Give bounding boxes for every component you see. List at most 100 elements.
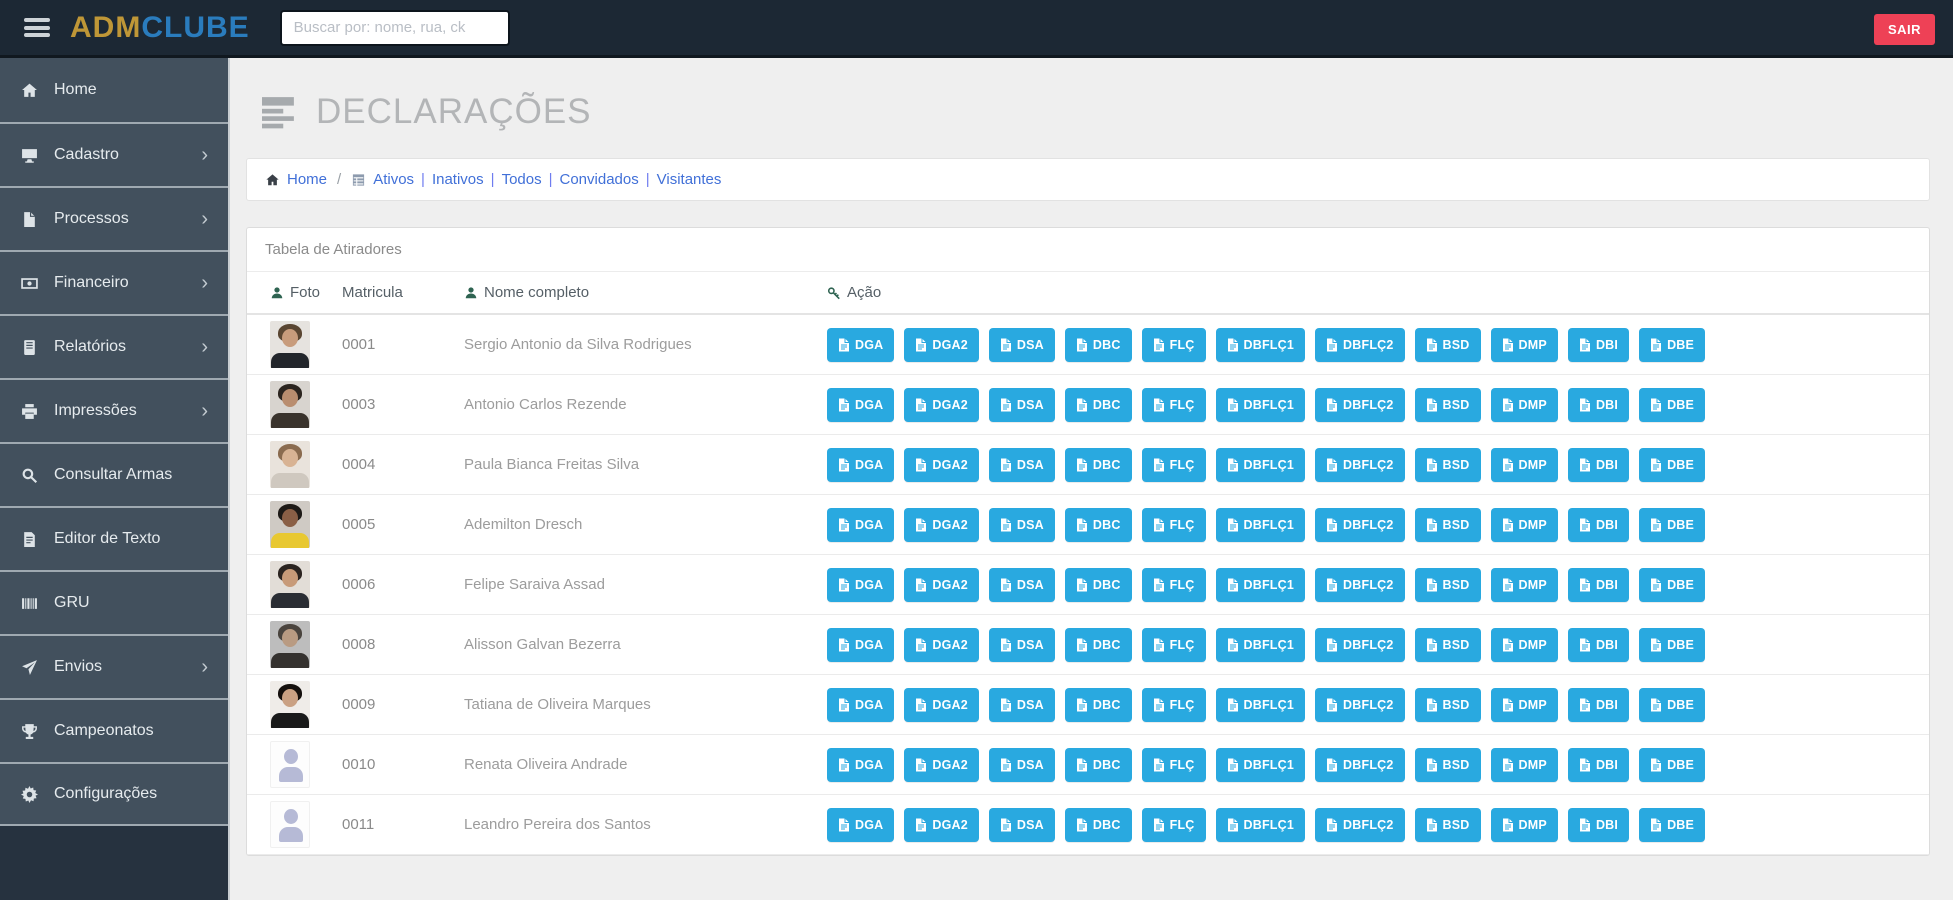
sidebar-item-financeiro[interactable]: Financeiro › xyxy=(0,250,228,314)
doc-button-dbe[interactable]: DBE xyxy=(1639,567,1706,602)
doc-button-dga[interactable]: DGA xyxy=(827,447,895,482)
doc-button-flc[interactable]: FLÇ xyxy=(1141,447,1206,482)
doc-button-dga[interactable]: DGA xyxy=(827,567,895,602)
doc-button-dga2[interactable]: DGA2 xyxy=(904,687,979,722)
doc-button-dmp[interactable]: DMP xyxy=(1490,387,1558,422)
doc-button-dbi[interactable]: DBI xyxy=(1567,747,1630,782)
doc-button-dmp[interactable]: DMP xyxy=(1490,447,1558,482)
doc-button-dbe[interactable]: DBE xyxy=(1639,447,1706,482)
sidebar-item-gru[interactable]: GRU › xyxy=(0,570,228,634)
doc-button-dbflc1[interactable]: DBFLÇ1 xyxy=(1215,747,1306,782)
doc-button-dbe[interactable]: DBE xyxy=(1639,807,1706,842)
doc-button-dbc[interactable]: DBC xyxy=(1064,627,1132,662)
sidebar-item-cadastro[interactable]: Cadastro › xyxy=(0,122,228,186)
doc-button-dbc[interactable]: DBC xyxy=(1064,747,1132,782)
doc-button-dga[interactable]: DGA xyxy=(827,387,895,422)
doc-button-flc[interactable]: FLÇ xyxy=(1141,687,1206,722)
doc-button-dbc[interactable]: DBC xyxy=(1064,687,1132,722)
doc-button-dbflc2[interactable]: DBFLÇ2 xyxy=(1315,327,1405,362)
doc-button-dbc[interactable]: DBC xyxy=(1064,387,1132,422)
doc-button-bsd[interactable]: BSD xyxy=(1414,387,1481,422)
doc-button-dmp[interactable]: DMP xyxy=(1490,327,1558,362)
doc-button-dmp[interactable]: DMP xyxy=(1490,807,1558,842)
breadcrumb-filter-visitantes[interactable]: Visitantes xyxy=(657,171,722,188)
doc-button-flc[interactable]: FLÇ xyxy=(1141,327,1206,362)
doc-button-dsa[interactable]: DSA xyxy=(988,627,1055,662)
doc-button-dbc[interactable]: DBC xyxy=(1064,447,1132,482)
doc-button-dbflc1[interactable]: DBFLÇ1 xyxy=(1215,567,1306,602)
doc-button-dga[interactable]: DGA xyxy=(827,687,895,722)
doc-button-bsd[interactable]: BSD xyxy=(1414,627,1481,662)
doc-button-dga[interactable]: DGA xyxy=(827,807,895,842)
breadcrumb-filter-todos[interactable]: Todos xyxy=(502,171,542,188)
doc-button-bsd[interactable]: BSD xyxy=(1414,447,1481,482)
doc-button-dsa[interactable]: DSA xyxy=(988,447,1055,482)
doc-button-dbc[interactable]: DBC xyxy=(1064,807,1132,842)
doc-button-dbflc2[interactable]: DBFLÇ2 xyxy=(1315,627,1405,662)
sidebar-item-envios[interactable]: Envios › xyxy=(0,634,228,698)
doc-button-dbflc2[interactable]: DBFLÇ2 xyxy=(1315,747,1405,782)
doc-button-flc[interactable]: FLÇ xyxy=(1141,507,1206,542)
doc-button-dga[interactable]: DGA xyxy=(827,327,895,362)
doc-button-dbi[interactable]: DBI xyxy=(1567,627,1630,662)
doc-button-dbe[interactable]: DBE xyxy=(1639,747,1706,782)
doc-button-dga2[interactable]: DGA2 xyxy=(904,567,979,602)
doc-button-dbi[interactable]: DBI xyxy=(1567,507,1630,542)
doc-button-bsd[interactable]: BSD xyxy=(1414,507,1481,542)
doc-button-flc[interactable]: FLÇ xyxy=(1141,387,1206,422)
doc-button-dsa[interactable]: DSA xyxy=(988,507,1055,542)
doc-button-dsa[interactable]: DSA xyxy=(988,567,1055,602)
doc-button-dbc[interactable]: DBC xyxy=(1064,327,1132,362)
doc-button-dga2[interactable]: DGA2 xyxy=(904,327,979,362)
doc-button-dsa[interactable]: DSA xyxy=(988,687,1055,722)
sidebar-item-home[interactable]: Home › xyxy=(0,58,228,122)
doc-button-dbe[interactable]: DBE xyxy=(1639,627,1706,662)
doc-button-dbi[interactable]: DBI xyxy=(1567,807,1630,842)
doc-button-dbe[interactable]: DBE xyxy=(1639,387,1706,422)
doc-button-dbi[interactable]: DBI xyxy=(1567,567,1630,602)
doc-button-dmp[interactable]: DMP xyxy=(1490,567,1558,602)
doc-button-dga2[interactable]: DGA2 xyxy=(904,447,979,482)
doc-button-bsd[interactable]: BSD xyxy=(1414,327,1481,362)
doc-button-dga2[interactable]: DGA2 xyxy=(904,507,979,542)
doc-button-flc[interactable]: FLÇ xyxy=(1141,747,1206,782)
doc-button-dbi[interactable]: DBI xyxy=(1567,447,1630,482)
doc-button-dsa[interactable]: DSA xyxy=(988,807,1055,842)
doc-button-dbflc2[interactable]: DBFLÇ2 xyxy=(1315,567,1405,602)
sidebar-item-editor-de-texto[interactable]: Editor de Texto › xyxy=(0,506,228,570)
doc-button-dbflc1[interactable]: DBFLÇ1 xyxy=(1215,327,1306,362)
doc-button-dbflc1[interactable]: DBFLÇ1 xyxy=(1215,507,1306,542)
doc-button-dga[interactable]: DGA xyxy=(827,507,895,542)
doc-button-dbflc1[interactable]: DBFLÇ1 xyxy=(1215,687,1306,722)
doc-button-dbflc2[interactable]: DBFLÇ2 xyxy=(1315,507,1405,542)
logout-button[interactable]: SAIR xyxy=(1873,14,1935,45)
doc-button-dbe[interactable]: DBE xyxy=(1639,507,1706,542)
doc-button-bsd[interactable]: BSD xyxy=(1414,687,1481,722)
doc-button-flc[interactable]: FLÇ xyxy=(1141,627,1206,662)
doc-button-dbflc1[interactable]: DBFLÇ1 xyxy=(1215,807,1306,842)
doc-button-dbflc1[interactable]: DBFLÇ1 xyxy=(1215,387,1306,422)
doc-button-dbflc2[interactable]: DBFLÇ2 xyxy=(1315,807,1405,842)
breadcrumb-filter-convidados[interactable]: Convidados xyxy=(560,171,639,188)
doc-button-dbflc1[interactable]: DBFLÇ1 xyxy=(1215,447,1306,482)
sidebar-item-consultar-armas[interactable]: Consultar Armas › xyxy=(0,442,228,506)
doc-button-dbc[interactable]: DBC xyxy=(1064,567,1132,602)
doc-button-dmp[interactable]: DMP xyxy=(1490,507,1558,542)
sidebar-item-processos[interactable]: Processos › xyxy=(0,186,228,250)
doc-button-dsa[interactable]: DSA xyxy=(988,327,1055,362)
doc-button-dsa[interactable]: DSA xyxy=(988,387,1055,422)
doc-button-dmp[interactable]: DMP xyxy=(1490,747,1558,782)
sidebar-item-impressoes[interactable]: Impressões › xyxy=(0,378,228,442)
doc-button-dbi[interactable]: DBI xyxy=(1567,687,1630,722)
doc-button-dbflc1[interactable]: DBFLÇ1 xyxy=(1215,627,1306,662)
doc-button-dbc[interactable]: DBC xyxy=(1064,507,1132,542)
menu-toggle-icon[interactable] xyxy=(24,18,50,37)
doc-button-dga[interactable]: DGA xyxy=(827,627,895,662)
doc-button-dga[interactable]: DGA xyxy=(827,747,895,782)
doc-button-bsd[interactable]: BSD xyxy=(1414,567,1481,602)
doc-button-dbflc2[interactable]: DBFLÇ2 xyxy=(1315,447,1405,482)
doc-button-dmp[interactable]: DMP xyxy=(1490,687,1558,722)
sidebar-item-relatorios[interactable]: Relatórios › xyxy=(0,314,228,378)
doc-button-flc[interactable]: FLÇ xyxy=(1141,567,1206,602)
doc-button-dbi[interactable]: DBI xyxy=(1567,327,1630,362)
